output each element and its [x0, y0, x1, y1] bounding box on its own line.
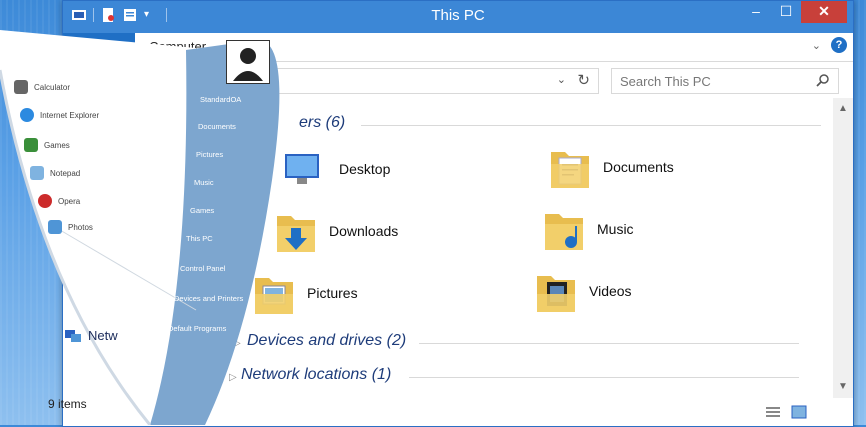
start-item-opera[interactable]: Opera — [38, 194, 80, 208]
start-link-documents[interactable]: Documents — [198, 122, 236, 131]
search-placeholder: Search This PC — [620, 74, 711, 89]
start-item-games[interactable]: Games — [24, 138, 70, 152]
search-icon[interactable] — [816, 73, 830, 87]
window-title: This PC — [431, 7, 485, 24]
item-label: Downloads — [329, 223, 399, 239]
expand-ribbon-icon[interactable]: ⌄ — [812, 39, 821, 52]
item-count: 9 items — [48, 397, 87, 411]
folder-documents[interactable]: Documents — [547, 144, 674, 190]
scroll-down-icon[interactable]: ▼ — [833, 378, 853, 396]
start-item-calculator[interactable]: Calculator — [14, 80, 70, 94]
music-folder-icon — [545, 214, 583, 250]
ribbon-right-controls: ⌄ ? — [812, 37, 847, 53]
item-label: Documents — [603, 159, 674, 175]
title-bar: ▾ This PC – ☐ ✕ — [63, 1, 853, 33]
large-icons-view-icon[interactable] — [791, 405, 807, 419]
documents-folder-icon — [551, 152, 589, 188]
folder-music[interactable]: Music — [541, 206, 634, 252]
user-avatar[interactable] — [226, 40, 270, 84]
folder-videos[interactable]: Videos — [533, 268, 632, 314]
start-item-notepad[interactable]: Notepad — [30, 166, 80, 180]
close-button[interactable]: ✕ — [801, 1, 847, 23]
start-link-pictures[interactable]: Pictures — [196, 150, 223, 159]
start-link-music[interactable]: Music — [194, 178, 214, 187]
start-item-label: Notepad — [50, 168, 81, 178]
refresh-icon[interactable]: ↻ — [577, 71, 590, 89]
maximize-button[interactable]: ☐ — [771, 1, 801, 23]
group-divider — [419, 343, 799, 344]
user-avatar-icon — [227, 41, 269, 83]
minimize-button[interactable]: – — [741, 1, 771, 23]
start-item-label: Games — [44, 140, 70, 150]
start-link-control-panel[interactable]: Control Panel — [180, 264, 225, 273]
item-label: Pictures — [307, 285, 358, 301]
address-dropdown-icon[interactable]: ⌄ — [557, 73, 566, 86]
group-divider — [361, 125, 821, 126]
details-view-icon[interactable] — [765, 405, 781, 419]
videos-folder-icon — [537, 276, 575, 312]
item-label: Desktop — [339, 161, 391, 177]
item-label: Music — [597, 221, 634, 237]
network-partial-label: Netw — [88, 328, 118, 343]
item-label: Videos — [589, 283, 632, 299]
scroll-up-icon[interactable]: ▲ — [833, 100, 853, 118]
network-icon — [65, 329, 81, 342]
group-divider — [409, 377, 799, 378]
start-item-label: Opera — [58, 196, 81, 206]
start-link-standardoa[interactable]: StandardOA — [200, 95, 241, 104]
start-item-label: Internet Explorer — [40, 110, 100, 120]
search-box[interactable]: Search This PC — [611, 68, 839, 94]
vertical-scrollbar[interactable]: ▲ ▼ — [833, 98, 853, 398]
start-item-label: Calculator — [34, 82, 71, 92]
start-item-internet-explorer[interactable]: Internet Explorer — [20, 108, 99, 122]
folders-group-header[interactable]: ers (6) — [299, 114, 345, 132]
start-link-default-programs[interactable]: Default Programs — [168, 324, 226, 333]
start-link-games[interactable]: Games — [190, 206, 214, 215]
address-field[interactable]: ⌄ ↻ — [263, 68, 599, 94]
start-item-photos[interactable]: Photos — [48, 220, 93, 234]
window-controls: – ☐ ✕ — [741, 1, 847, 23]
start-link-devices-printers[interactable]: Devices and Printers — [174, 294, 243, 303]
start-link-this-pc[interactable]: This PC — [186, 234, 213, 243]
help-button[interactable]: ? — [831, 37, 847, 53]
network-partial-item[interactable]: Netw — [64, 328, 118, 343]
start-item-label: Photos — [68, 222, 93, 232]
